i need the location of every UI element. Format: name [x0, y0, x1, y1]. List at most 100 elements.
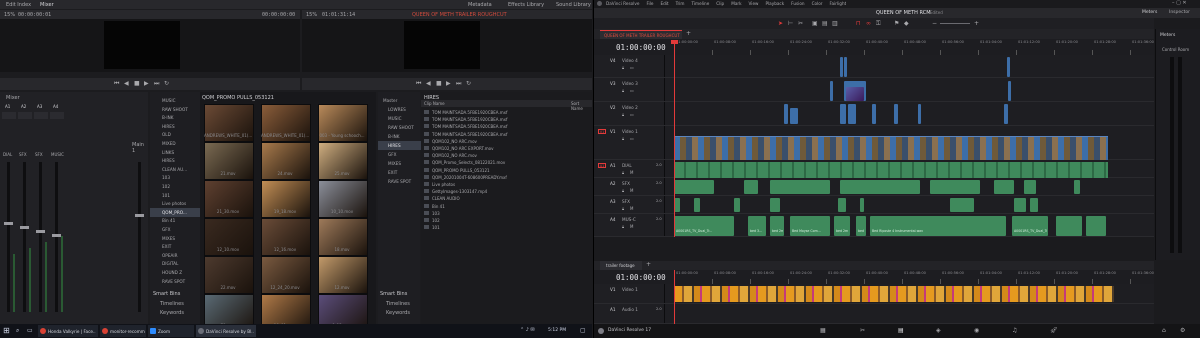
mute-icon[interactable]: M	[630, 224, 633, 229]
music-clip[interactable]: A0001RS_TV_Dual_Tr...	[674, 216, 734, 236]
audio-clip[interactable]	[838, 198, 846, 212]
video-clip[interactable]	[790, 108, 798, 124]
taskbar-app-zoom[interactable]: Zoom	[148, 325, 194, 337]
blade-tool-icon[interactable]: ✂	[798, 20, 803, 27]
mixer-fader-track[interactable]	[23, 162, 26, 312]
video-clip[interactable]	[840, 57, 843, 77]
zoom-slider[interactable]	[940, 23, 970, 24]
menu-item-trim[interactable]: Trim	[676, 1, 685, 6]
file-list-row[interactable]: Bin 41	[421, 203, 592, 210]
prev-frame-icon[interactable]: ⏮	[416, 80, 421, 88]
bin-item[interactable]: Master	[378, 96, 425, 105]
meters-toggle-icon[interactable]: Meters	[1142, 10, 1157, 15]
mixer-input-selector[interactable]	[34, 112, 48, 119]
lock-track-icon[interactable]: 🔒︎	[622, 170, 624, 175]
music-clip[interactable]	[1056, 216, 1082, 236]
video-clip[interactable]	[1008, 81, 1011, 101]
add-timeline-icon[interactable]: +	[646, 261, 651, 268]
sound-library-tab[interactable]: Sound Library	[556, 2, 591, 8]
loop-icon[interactable]: ↻	[164, 80, 169, 87]
timeline-tab[interactable]: QUEEN OF METH TRAILER ROUGHCUT	[600, 30, 682, 39]
video-clip[interactable]	[918, 104, 921, 124]
lock-track-icon[interactable]: 🔒︎	[622, 136, 624, 141]
video-clip[interactable]	[840, 104, 846, 124]
track-target-a1[interactable]: A1	[598, 163, 606, 168]
edit-index-tab[interactable]: Edit Index	[6, 2, 31, 8]
menu-item-file[interactable]: File	[646, 1, 653, 6]
file-list-row[interactable]: QOM_20201004T-608600PREADY.mxf	[421, 174, 592, 181]
main-fader-knob[interactable]	[135, 214, 144, 217]
video-clip[interactable]	[830, 81, 833, 101]
mixer-input-selector[interactable]	[2, 112, 16, 119]
color-page-icon[interactable]: ◉	[974, 327, 979, 334]
playhead[interactable]	[674, 40, 675, 237]
menu-item-playback[interactable]: Playback	[765, 1, 784, 6]
menu-item-edit[interactable]: Edit	[660, 1, 668, 6]
audio-clip[interactable]	[930, 180, 980, 194]
notification-icon[interactable]: ▢	[580, 327, 586, 334]
position-lock-icon[interactable]: ⚿	[876, 20, 881, 28]
enable-video-icon[interactable]: ▭	[630, 112, 634, 117]
video-clip[interactable]	[1007, 57, 1010, 77]
overwrite-icon[interactable]: ▤	[822, 20, 828, 27]
audio-clip[interactable]	[734, 198, 740, 212]
link-icon[interactable]: ∞	[866, 20, 871, 27]
clock[interactable]: 5:12 PM	[548, 328, 566, 333]
taskbar-app-chrome-2[interactable]: monitor-recommend...	[100, 325, 146, 337]
mixer-fader-knob[interactable]	[20, 226, 29, 229]
source-viewer[interactable]	[0, 19, 300, 72]
file-list-row[interactable]: TOM MAINTSADA.5FBE1920CBEA.mxf	[421, 131, 592, 138]
menu-item-fairlight[interactable]: Fairlight	[830, 1, 847, 6]
windows-start-icon[interactable]: ⊞	[3, 326, 10, 335]
reverse-icon[interactable]: ◀	[124, 80, 129, 87]
video-clip[interactable]	[872, 104, 876, 124]
mixer-input-selector[interactable]	[18, 112, 32, 119]
stop-icon[interactable]: ■	[436, 80, 442, 87]
taskbar-app-resolve[interactable]: DaVinci Resolve by Bl...	[196, 325, 256, 337]
marker-icon[interactable]: ◆	[904, 20, 909, 27]
replace-icon[interactable]: ▥	[832, 20, 838, 27]
enable-video-icon[interactable]: ▭	[630, 65, 634, 70]
media-page-icon[interactable]: ▦	[820, 327, 826, 334]
lock-track-icon[interactable]: 🔒︎	[622, 224, 624, 229]
menu-item-davinci-resolve[interactable]: DaVinci Resolve	[606, 1, 639, 6]
track-target-v1[interactable]: V1	[598, 129, 606, 134]
menu-item-view[interactable]: View	[749, 1, 759, 6]
file-list-row[interactable]: QOM102_NO ARC.mov	[421, 138, 592, 145]
mute-icon[interactable]: M	[630, 188, 633, 193]
audio-clip[interactable]	[694, 198, 700, 212]
music-clip[interactable]: bed 3m	[856, 216, 866, 236]
lower-playhead[interactable]	[674, 270, 675, 324]
music-clip[interactable]: bed 3...	[748, 216, 766, 236]
lock-track-icon[interactable]: 🔒︎	[622, 112, 624, 117]
audio-clip[interactable]	[860, 198, 864, 212]
file-list-row[interactable]: 103	[421, 210, 592, 217]
menu-item-fusion[interactable]: Fusion	[791, 1, 804, 6]
loop-icon[interactable]: ↻	[466, 80, 471, 87]
audio-clip[interactable]	[950, 198, 974, 212]
mixer-fader-track[interactable]	[39, 162, 42, 312]
mixer-fader-knob[interactable]	[4, 222, 13, 225]
fairlight-page-icon[interactable]: ♫	[1012, 327, 1017, 334]
file-list-row[interactable]: TOM MAINTSADA.5FBE1920CBEA.mxf	[421, 123, 592, 130]
prev-frame-icon[interactable]: ⏮	[114, 80, 119, 88]
zoom-in-icon[interactable]: +	[974, 20, 979, 27]
settings-icon[interactable]: ⚙	[1180, 327, 1185, 334]
smart-bin-timelines[interactable]: Timelines	[386, 301, 410, 307]
file-list-row[interactable]: 101	[421, 224, 592, 231]
mute-icon[interactable]: M	[630, 170, 633, 175]
video-clip-thumbnail[interactable]	[846, 87, 864, 101]
file-list-row[interactable]: QOM_Promo_Selects_08122021.mov	[421, 159, 592, 166]
column-clip-name[interactable]: Clip Name	[424, 101, 445, 106]
video-clip[interactable]	[784, 104, 788, 124]
audio-clip[interactable]	[1030, 198, 1038, 212]
enable-video-icon[interactable]: ▭	[630, 88, 634, 93]
mixer-tab[interactable]: Mixer	[40, 2, 54, 8]
file-list-row[interactable]: QOM102_NO ARC.mov	[421, 152, 592, 159]
timeline-ruler[interactable]: 01:00:00:00 01:00:08:00 01:00:16:00 01:00:2…	[674, 39, 1154, 55]
music-clip[interactable]: Bed Riposte 4 Instrumental.wav	[870, 216, 1006, 236]
playhead-handle[interactable]	[671, 40, 678, 44]
smart-bin-keywords[interactable]: Keywords	[160, 310, 184, 316]
main-fader-track[interactable]	[138, 162, 141, 312]
menu-item-timeline[interactable]: Timeline	[691, 1, 709, 6]
